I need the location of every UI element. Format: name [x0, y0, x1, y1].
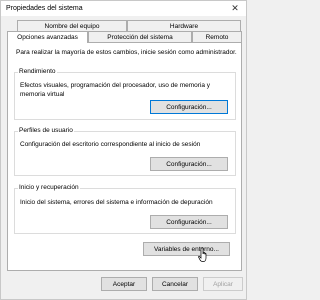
tab-label: Hardware [169, 22, 199, 30]
group-description: Efectos visuales, programación del proce… [20, 82, 211, 98]
hand-pointer-icon [198, 247, 207, 262]
tab-proteccion-del-sistema[interactable]: Protección del sistema [88, 31, 192, 42]
button-label: Cancelar [161, 280, 188, 288]
user-profiles-group: Perfiles de usuario Configuración del es… [14, 127, 236, 176]
button-label: Configuración... [166, 103, 212, 111]
performance-settings-button[interactable]: Configuración... [150, 100, 228, 114]
group-title: Rendimiento [18, 68, 57, 75]
group-description: Configuración del escritorio correspondi… [20, 141, 201, 148]
close-icon[interactable]: ✕ [229, 3, 241, 14]
button-label: Configuración... [166, 218, 212, 226]
apply-button[interactable]: Aplicar [203, 277, 243, 291]
window-title: Propiedades del sistema [6, 5, 83, 12]
startup-recovery-group: Inicio y recuperación Inicio del sistema… [14, 184, 236, 234]
title-bar: Propiedades del sistema ✕ [1, 1, 246, 16]
advanced-options-panel: Para realizar la mayoría de estos cambio… [7, 42, 242, 271]
startup-recovery-settings-button[interactable]: Configuración... [150, 215, 228, 229]
admin-notice: Para realizar la mayoría de estos cambio… [16, 49, 237, 56]
system-properties-dialog: Propiedades del sistema ✕ Nombre del equ… [0, 0, 247, 300]
user-profiles-settings-button[interactable]: Configuración... [150, 157, 228, 171]
button-label: Aceptar [112, 280, 136, 288]
tab-hardware[interactable]: Hardware [127, 20, 241, 31]
tab-remoto[interactable]: Remoto [192, 31, 242, 42]
environment-variables-button[interactable]: Variables de entorno... [143, 242, 230, 256]
tab-label: Opciones avanzadas [17, 34, 78, 41]
group-description: Inicio del sistema, errores del sistema … [20, 199, 213, 206]
cancel-button[interactable]: Cancelar [152, 277, 198, 291]
button-label: Configuración... [166, 160, 212, 168]
button-label: Aplicar [213, 280, 233, 288]
tab-label: Nombre del equipo [44, 22, 100, 30]
tab-opciones-avanzadas[interactable]: Opciones avanzadas [7, 31, 88, 43]
tab-label: Protección del sistema [107, 33, 173, 41]
performance-group: Rendimiento Efectos visuales, programaci… [14, 68, 236, 120]
group-title: Inicio y recuperación [18, 184, 80, 191]
group-title: Perfiles de usuario [18, 127, 74, 134]
ok-button[interactable]: Aceptar [101, 277, 147, 291]
tab-label: Remoto [205, 33, 229, 41]
tab-nombre-del-equipo[interactable]: Nombre del equipo [17, 20, 127, 31]
button-label: Variables de entorno... [154, 245, 219, 253]
